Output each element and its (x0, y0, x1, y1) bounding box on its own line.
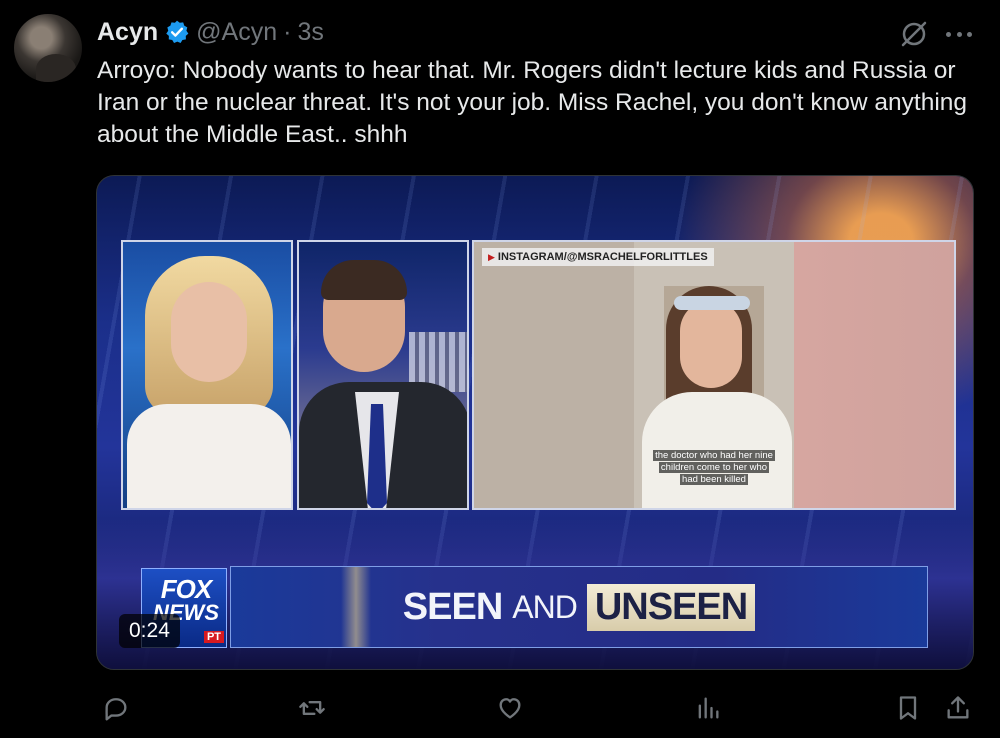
action-bar (96, 690, 976, 726)
like-icon (499, 698, 521, 719)
retweet-button[interactable] (294, 690, 330, 726)
video-panel-guest (297, 240, 469, 510)
tweet-header: Acyn @Acyn · 3s (97, 15, 324, 49)
retweet-icon (299, 701, 325, 715)
author-handle[interactable]: @Acyn (196, 18, 277, 47)
reply-icon (105, 698, 127, 721)
instagram-credit: ▶ INSTAGRAM/@MSRACHELFORLITTLES (482, 248, 714, 266)
verified-badge-icon (166, 20, 189, 43)
share-button[interactable] (940, 690, 976, 726)
share-icon (947, 696, 969, 719)
video-duration: 0:24 (119, 614, 180, 648)
timestamp[interactable]: 3s (297, 18, 323, 47)
more-icon[interactable] (944, 22, 974, 46)
separator-dot: · (283, 17, 292, 46)
author-name[interactable]: Acyn (97, 18, 158, 47)
bookmark-icon (899, 696, 917, 720)
reply-button[interactable] (98, 690, 134, 726)
grok-icon[interactable] (898, 18, 930, 50)
video-panel-host (121, 240, 293, 510)
bookmark-button[interactable] (890, 690, 926, 726)
views-icon (698, 697, 719, 719)
video-panel-instagram: ▶ INSTAGRAM/@MSRACHELFORLITTLES the docto… (472, 240, 956, 510)
video-caption: the doctor who had her nine children com… (653, 450, 775, 485)
like-button[interactable] (492, 690, 528, 726)
avatar[interactable] (14, 14, 82, 82)
show-banner: SEEN AND UNSEEN (230, 566, 928, 648)
tweet-text: Arroyo: Nobody wants to hear that. Mr. R… (97, 57, 968, 148)
video-player[interactable]: ▶ INSTAGRAM/@MSRACHELFORLITTLES the docto… (96, 175, 974, 670)
views-button[interactable] (690, 690, 726, 726)
